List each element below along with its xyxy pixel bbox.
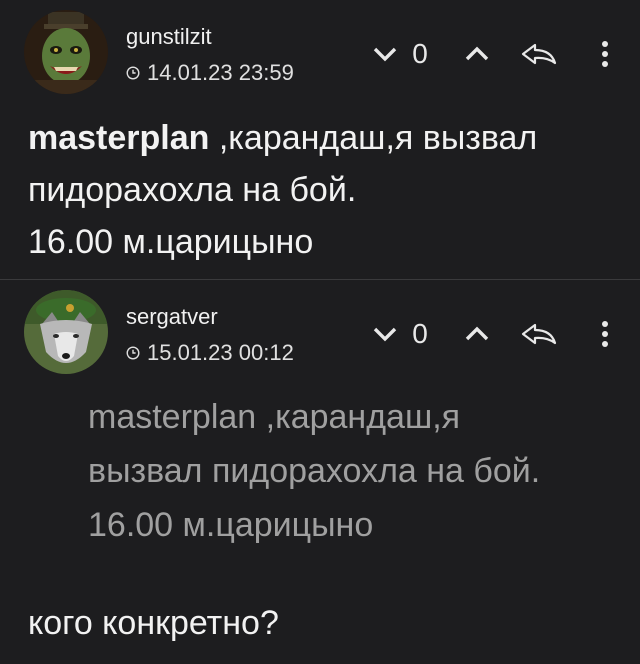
comment-actions: 0 [365,314,625,354]
clock-icon [126,346,140,360]
quoted-line-2: вызвал пидорахохла на бой. [88,452,541,490]
avatar[interactable] [24,290,108,374]
downvote-button[interactable] [365,314,405,354]
comment-2: sergatver 15.01.23 00:12 0 masterplan ,к… [0,0,640,664]
chevron-up-icon [465,326,489,341]
chevron-down-icon [373,327,397,342]
date-text: 15.01.23 00:12 [147,340,294,365]
quoted-line-1: masterplan ,карандаш,я [88,398,461,436]
score: 0 [412,318,428,349]
more-vertical-icon [602,321,608,347]
comment-date: 15.01.23 00:12 [126,340,294,366]
quoted-text: masterplan ,карандаш,я вызвал пидорахохл… [88,390,628,552]
reply-arrow-icon [521,323,557,345]
more-options-button[interactable] [591,314,619,354]
reply-text: кого конкретно? [28,604,279,642]
quoted-line-3: 16.00 м.царицыно [88,506,374,544]
upvote-button[interactable] [455,314,499,354]
avatar-wolf-image [24,290,108,374]
reply-button[interactable] [513,314,565,354]
username[interactable]: sergatver [126,304,218,330]
